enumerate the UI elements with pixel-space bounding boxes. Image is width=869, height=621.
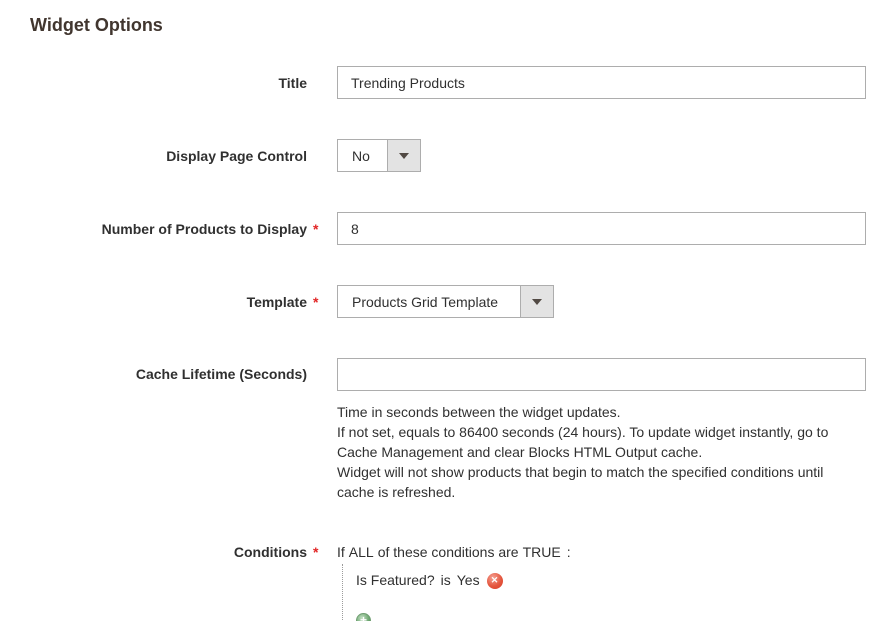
note-line: Widget will not show products that begin…: [337, 462, 829, 502]
chevron-down-icon: [520, 286, 553, 317]
template-label: Template: [30, 292, 307, 312]
condition-attribute: Is Featured?: [356, 572, 435, 589]
conditions-tree: Is Featured? is Yes ✕ +: [342, 564, 836, 621]
page-title: Widget Options: [30, 13, 836, 37]
note-line: If not set, equals to 86400 seconds (24 …: [337, 422, 829, 462]
field-row-products-count: Number of Products to Display *: [30, 212, 836, 245]
field-row-template: Template * Products Grid Template: [30, 285, 836, 318]
field-row-title: Title: [30, 66, 836, 99]
display-page-control-selected-value: No: [338, 140, 387, 171]
condition-operator[interactable]: is: [441, 572, 451, 589]
conditions-statement-suffix: :: [567, 544, 571, 560]
conditions-flag[interactable]: TRUE: [523, 544, 561, 560]
conditions-statement-prefix: If: [337, 544, 345, 560]
title-label: Title: [30, 73, 307, 93]
template-select[interactable]: Products Grid Template: [337, 285, 554, 318]
conditions-label: Conditions: [30, 542, 307, 562]
add-condition-icon[interactable]: +: [356, 613, 371, 621]
conditions-statement: IfALLof these conditions areTRUE:: [337, 542, 836, 562]
condition-value[interactable]: Yes: [457, 572, 480, 589]
condition-add-row: +: [356, 611, 836, 621]
products-count-label: Number of Products to Display: [30, 219, 307, 239]
title-input[interactable]: [337, 66, 866, 99]
chevron-down-icon: [387, 140, 420, 171]
conditions-statement-middle: of these conditions are: [378, 544, 519, 560]
field-row-conditions: Conditions * IfALLof these conditions ar…: [30, 542, 836, 621]
display-page-control-label: Display Page Control: [30, 146, 307, 166]
field-row-display-page-control: Display Page Control No: [30, 139, 836, 172]
required-asterisk: *: [307, 219, 337, 239]
required-asterisk: *: [307, 542, 337, 562]
field-row-cache-lifetime: Cache Lifetime (Seconds) Time in seconds…: [30, 358, 836, 502]
template-selected-value: Products Grid Template: [338, 286, 520, 317]
condition-row: Is Featured? is Yes ✕: [356, 572, 836, 589]
products-count-input[interactable]: [337, 212, 866, 245]
display-page-control-select[interactable]: No: [337, 139, 421, 172]
cache-lifetime-note: Time in seconds between the widget updat…: [337, 402, 829, 502]
cache-lifetime-label: Cache Lifetime (Seconds): [30, 358, 307, 391]
conditions-aggregator[interactable]: ALL: [349, 544, 374, 560]
remove-condition-icon[interactable]: ✕: [487, 573, 503, 589]
note-line: Time in seconds between the widget updat…: [337, 402, 829, 422]
required-asterisk: *: [307, 292, 337, 312]
cache-lifetime-input[interactable]: [337, 358, 866, 391]
widget-options-panel: Widget Options Title Display Page Contro…: [0, 0, 869, 621]
